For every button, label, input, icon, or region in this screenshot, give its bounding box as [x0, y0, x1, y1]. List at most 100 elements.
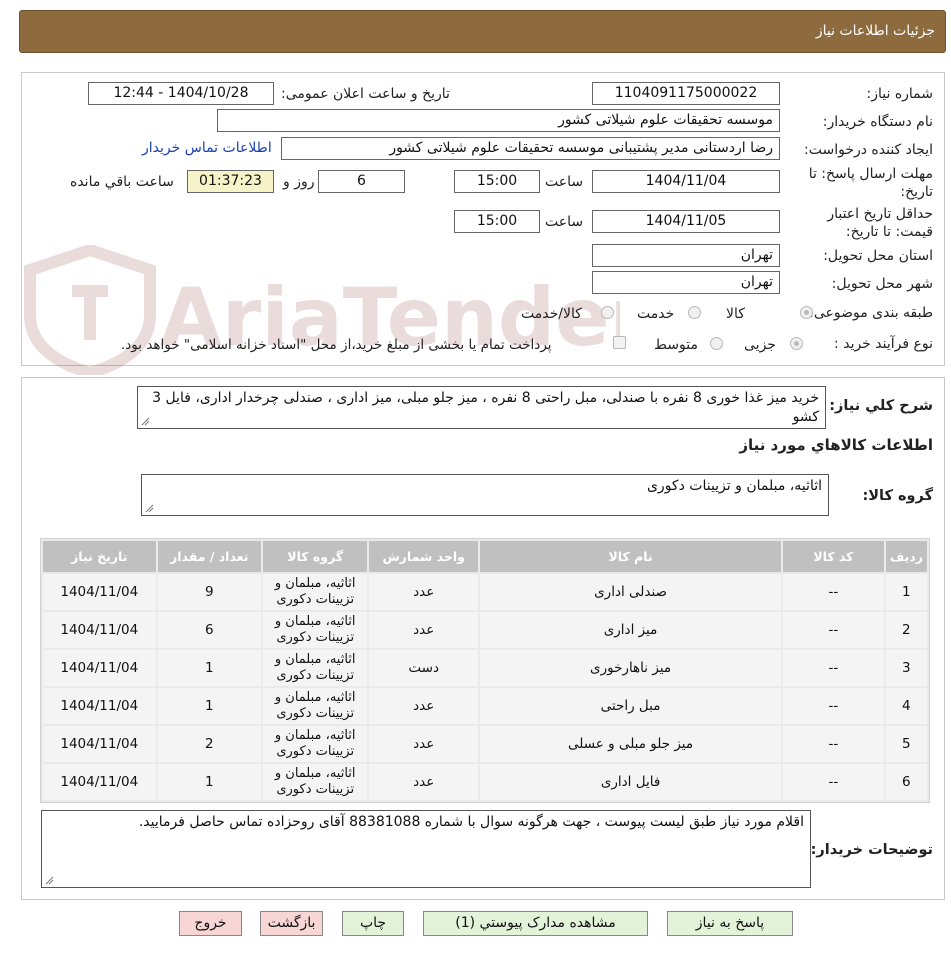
cell-unit: دست	[369, 650, 478, 686]
buyer-notes-text: اقلام مورد نیاز طبق لیست پیوست ، جهت هرگ…	[138, 814, 804, 830]
cell-row-number: 2	[885, 612, 927, 648]
cell-group: اثاثیه، مبلمان و تزیینات دکوری	[262, 764, 368, 800]
deadline-date-field: 1404/11/04	[592, 170, 780, 193]
cell-date: 1404/11/04	[43, 650, 156, 686]
deadline-time-field: 15:00	[454, 170, 540, 193]
cell-group: اثاثیه، مبلمان و تزیینات دکوری	[262, 726, 368, 762]
category-radio-goods-service[interactable]	[601, 306, 614, 319]
page-title: جزئیات اطلاعات نیاز	[815, 23, 935, 39]
goods-group-textarea[interactable]: اثاثیه، مبلمان و تزیینات دکوری	[141, 474, 829, 516]
buyer-org-label: نام دستگاه خریدار:	[822, 114, 933, 130]
print-button[interactable]: چاپ	[342, 911, 404, 936]
cell-code: --	[783, 726, 884, 762]
back-button[interactable]: بازگشت	[260, 911, 323, 936]
days-field: 6	[318, 170, 405, 193]
category-option-service: خدمت	[637, 306, 675, 322]
cell-quantity: 2	[157, 726, 261, 762]
cell-unit: عدد	[369, 726, 478, 762]
col-header-quantity: تعداد / مقدار	[157, 541, 261, 572]
goods-table: ردیف کد کالا نام کالا واحد شمارش گروه کا…	[40, 538, 930, 803]
table-row: 3 -- میز ناهارخوری دست اثاثیه، مبلمان و تزیی…	[43, 650, 927, 686]
col-header-row-number: ردیف	[885, 541, 927, 572]
process-option-minor: جزیی	[744, 337, 776, 353]
validity-label-line2: قیمت: تا تاریخ:	[845, 224, 933, 240]
announce-field: 1404/10/28 - 12:44	[88, 82, 274, 105]
requester-field: رضا اردستانی مدیر پشتیبانی موسسه تحقیقات…	[281, 137, 780, 160]
table-row: 6 -- فایل اداری عدد اثاثیه، مبلمان و تزیینات…	[43, 764, 927, 800]
col-header-code: کد کالا	[783, 541, 884, 572]
resize-grip-icon[interactable]	[145, 504, 154, 513]
province-field: تهران	[592, 244, 780, 267]
cell-code: --	[783, 612, 884, 648]
deadline-label-line1: مهلت ارسال پاسخ: تا	[808, 166, 933, 182]
cell-date: 1404/11/04	[43, 764, 156, 800]
validity-date-field: 1404/11/05	[592, 210, 780, 233]
cell-code: --	[783, 764, 884, 800]
goods-table-body: 1 -- صندلی اداری عدد اثاثیه، مبلمان و تزیینا…	[43, 574, 927, 800]
treasury-checkbox[interactable]	[613, 336, 626, 349]
remaining-label: ساعت باقي مانده	[70, 174, 174, 190]
attachments-button[interactable]: مشاهده مدارک پیوستي (1)	[423, 911, 648, 936]
cell-row-number: 4	[885, 688, 927, 724]
cell-quantity: 1	[157, 688, 261, 724]
reply-button[interactable]: پاسخ به نیاز	[667, 911, 793, 936]
remaining-time-field: 01:37:23	[187, 170, 274, 193]
cell-name: میز اداری	[479, 612, 782, 648]
col-header-name: نام کالا	[479, 541, 782, 572]
summary-textarea[interactable]: خرید میز غذا خوری 8 نفره با صندلی، مبل ر…	[137, 386, 826, 429]
buyer-contact-link[interactable]: اطلاعات تماس خریدار	[142, 140, 272, 156]
need-number-field: 1104091175000022	[592, 82, 780, 105]
category-radio-goods[interactable]	[800, 306, 813, 319]
cell-row-number: 3	[885, 650, 927, 686]
col-header-date: تاریخ نیاز	[43, 541, 156, 572]
cell-quantity: 6	[157, 612, 261, 648]
buyer-notes-label: توضیحات خریدار:	[810, 842, 933, 858]
deadline-label-line2: تاریخ:	[900, 184, 933, 200]
category-label: طبقه بندی موضوعی:	[809, 305, 933, 321]
cell-quantity: 1	[157, 650, 261, 686]
cell-unit: عدد	[369, 574, 478, 610]
table-row: 2 -- میز اداری عدد اثاثیه، مبلمان و تزیینات …	[43, 612, 927, 648]
resize-grip-icon[interactable]	[45, 876, 54, 885]
page-header: جزئیات اطلاعات نیاز	[19, 10, 946, 53]
cell-unit: عدد	[369, 612, 478, 648]
process-radio-medium[interactable]	[710, 337, 723, 350]
table-row: 1 -- صندلی اداری عدد اثاثیه، مبلمان و تزیینا…	[43, 574, 927, 610]
city-label: شهر محل تحویل:	[831, 276, 933, 292]
cell-date: 1404/11/04	[43, 612, 156, 648]
col-header-unit: واحد شمارش	[369, 541, 478, 572]
goods-group-label: گروه کالا:	[862, 488, 933, 504]
treasury-note: پرداخت تمام یا بخشی از مبلغ خرید،از محل …	[121, 337, 552, 353]
goods-group-text: اثاثیه، مبلمان و تزیینات دکوری	[646, 478, 822, 494]
cell-unit: عدد	[369, 764, 478, 800]
validity-label-line1: حداقل تاریخ اعتبار	[827, 206, 933, 222]
cell-name: صندلی اداری	[479, 574, 782, 610]
cell-date: 1404/11/04	[43, 726, 156, 762]
cell-quantity: 1	[157, 764, 261, 800]
cell-row-number: 5	[885, 726, 927, 762]
table-header-row: ردیف کد کالا نام کالا واحد شمارش گروه کا…	[43, 541, 927, 572]
process-option-medium: متوسط	[654, 337, 698, 353]
deadline-time-label: ساعت	[545, 174, 584, 190]
process-radio-minor[interactable]	[790, 337, 803, 350]
table-row: 4 -- مبل راحتی عدد اثاثیه، مبلمان و تزیینات …	[43, 688, 927, 724]
cell-unit: عدد	[369, 688, 478, 724]
cell-date: 1404/11/04	[43, 688, 156, 724]
summary-label: شرح کلي نياز:	[829, 398, 933, 414]
cell-row-number: 1	[885, 574, 927, 610]
buyer-org-field: موسسه تحقیقات علوم شیلاتی کشور	[217, 109, 780, 132]
cell-group: اثاثیه، مبلمان و تزیینات دکوری	[262, 688, 368, 724]
process-label: نوع فرآیند خرید :	[834, 336, 933, 352]
resize-grip-icon[interactable]	[141, 417, 150, 426]
exit-button[interactable]: خروج	[179, 911, 242, 936]
cell-row-number: 6	[885, 764, 927, 800]
summary-text: خرید میز غذا خوری 8 نفره با صندلی، مبل ر…	[152, 390, 819, 425]
category-radio-service[interactable]	[688, 306, 701, 319]
requester-label: ایجاد کننده درخواست:	[804, 142, 933, 158]
buyer-notes-textarea[interactable]: اقلام مورد نیاز طبق لیست پیوست ، جهت هرگ…	[41, 810, 811, 888]
cell-group: اثاثیه، مبلمان و تزیینات دکوری	[262, 612, 368, 648]
city-field: تهران	[592, 271, 780, 294]
cell-quantity: 9	[157, 574, 261, 610]
col-header-group: گروه کالا	[262, 541, 368, 572]
validity-time-label: ساعت	[545, 214, 584, 230]
